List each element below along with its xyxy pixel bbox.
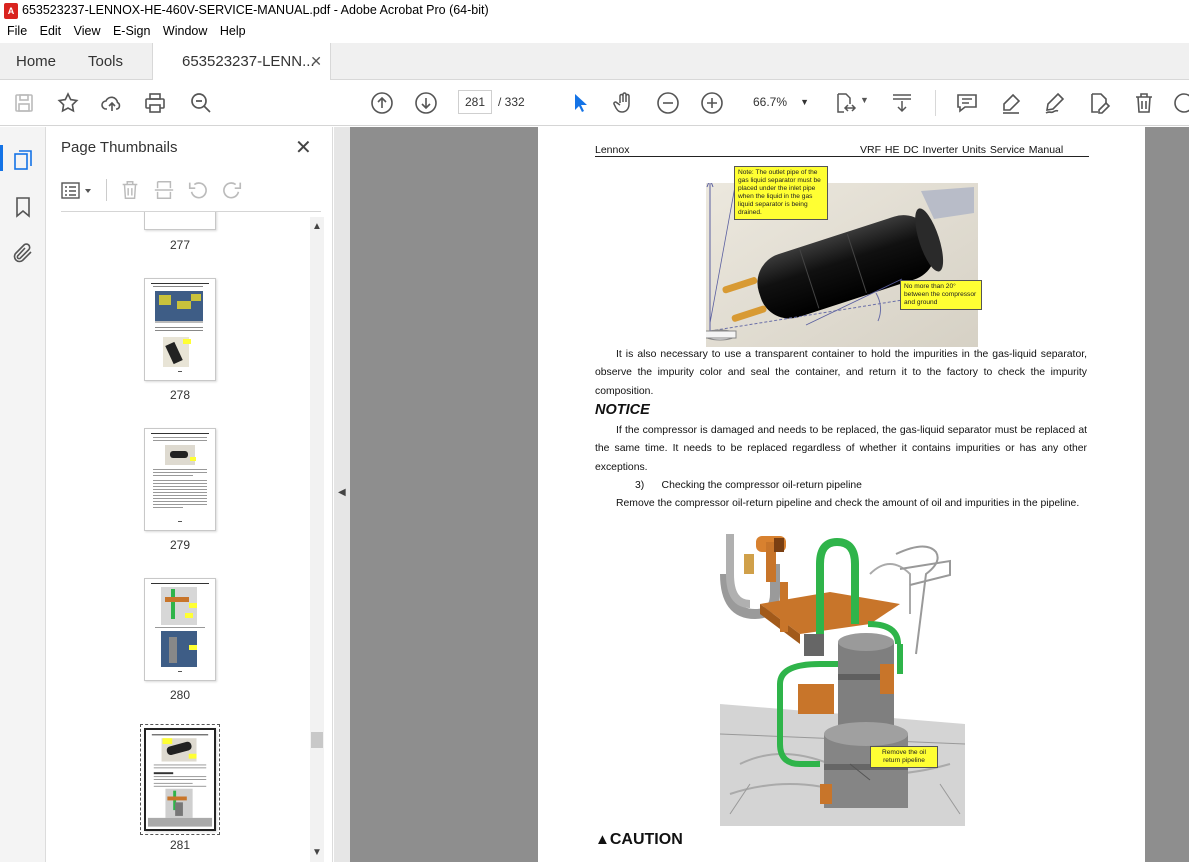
angle-note-callout: No more than 20° between the compressor … bbox=[900, 280, 982, 310]
next-page-icon[interactable] bbox=[414, 91, 438, 115]
more-tools-icon[interactable] bbox=[1172, 91, 1189, 115]
panel-title: Page Thumbnails bbox=[61, 139, 178, 156]
thumbnail-page-number: 277 bbox=[169, 238, 191, 252]
warning-triangle-icon: ▲ bbox=[595, 831, 610, 848]
menu-view[interactable]: View bbox=[67, 22, 101, 38]
chevron-down-icon[interactable]: ▼ bbox=[860, 95, 869, 105]
zoom-level-value: 66.7% bbox=[753, 95, 788, 109]
page-fit-icon[interactable] bbox=[833, 91, 857, 115]
tab-home[interactable]: Home bbox=[16, 43, 56, 80]
caution-label: CAUTION bbox=[609, 831, 683, 848]
previous-page-icon[interactable] bbox=[370, 91, 394, 115]
menu-help[interactable]: Help bbox=[213, 22, 246, 38]
attachments-paperclip-icon[interactable] bbox=[11, 241, 35, 265]
page-thumbnail[interactable] bbox=[144, 428, 216, 531]
thumbnail-options-icon[interactable] bbox=[61, 181, 93, 201]
compressor-illustration bbox=[720, 534, 965, 826]
insert-pages-icon[interactable] bbox=[153, 179, 175, 201]
close-tab-icon[interactable]: ✕ bbox=[310, 43, 322, 80]
scroll-mode-icon[interactable] bbox=[890, 91, 914, 115]
thumbnail-list: 277 278 279 280 281 bbox=[47, 212, 309, 862]
window-title: 653523237-LENNOX-HE-460V-SERVICE-MANUAL.… bbox=[22, 3, 489, 17]
document-viewer[interactable]: Lennox VRF HE DC Inverter Units Service … bbox=[350, 127, 1189, 862]
page-thumbnail-selected[interactable] bbox=[140, 724, 220, 835]
page-thumbnails-panel: Page Thumbnails ✕ 277 278 279 280 281 ▲ … bbox=[47, 127, 333, 862]
chevron-down-icon: ▼ bbox=[800, 97, 809, 107]
thumbnail-preview bbox=[151, 433, 209, 522]
thumbnail-page-number: 279 bbox=[169, 538, 191, 552]
left-nav-rail bbox=[0, 127, 46, 862]
print-icon[interactable] bbox=[143, 91, 167, 115]
thumbnail-page-number: 281 bbox=[169, 838, 191, 852]
menu-bar: File Edit View E-Sign Window Help bbox=[0, 22, 1189, 43]
save-icon[interactable] bbox=[12, 91, 36, 115]
zoom-in-icon[interactable] bbox=[700, 91, 724, 115]
caution-heading: ▲CAUTION bbox=[595, 831, 683, 849]
comment-icon[interactable] bbox=[955, 91, 979, 115]
tab-document-label: 653523237-LENN... bbox=[182, 53, 315, 70]
tab-bar: Home Tools 653523237-LENN... ✕ bbox=[0, 43, 1189, 81]
zoom-level-select[interactable]: 66.7% ▼ bbox=[742, 90, 818, 114]
page-total: / 332 bbox=[498, 95, 525, 109]
bookmarks-icon[interactable] bbox=[11, 195, 35, 219]
highlight-pen-icon[interactable] bbox=[999, 91, 1023, 115]
menu-window[interactable]: Window bbox=[156, 22, 207, 38]
thumbnail-page-number: 278 bbox=[169, 388, 191, 402]
menu-edit[interactable]: Edit bbox=[33, 22, 62, 38]
step-heading: 3) Checking the compressor oil-return pi… bbox=[635, 480, 862, 491]
upload-cloud-icon[interactable] bbox=[100, 91, 124, 115]
notice-heading: NOTICE bbox=[595, 402, 650, 418]
title-bar: A 653523237-LENNOX-HE-460V-SERVICE-MANUA… bbox=[0, 0, 1189, 22]
toolbar-divider bbox=[935, 90, 936, 116]
thumbnail-page-number: 280 bbox=[169, 688, 191, 702]
thumbnail-scrollbar[interactable]: ▲ ▼ bbox=[310, 217, 324, 862]
page-thumbnail[interactable] bbox=[144, 278, 216, 381]
zoom-out-icon[interactable] bbox=[656, 91, 680, 115]
toolbar: 281 / 332 66.7% ▼ ▼ bbox=[0, 80, 1189, 126]
page-thumbnails-icon[interactable] bbox=[11, 148, 35, 172]
menu-file[interactable]: File bbox=[0, 22, 27, 38]
paragraph-impurities: It is also necessary to use a transparen… bbox=[595, 349, 1087, 397]
oil-return-callout: Remove the oil return pipeline bbox=[870, 746, 938, 768]
drain-note-callout: Note: The outlet pipe of the gas liquid … bbox=[734, 166, 828, 220]
header-rule bbox=[595, 156, 1089, 157]
rail-selection-indicator bbox=[0, 145, 3, 171]
delete-trash-icon[interactable] bbox=[1132, 91, 1156, 115]
compressor-figure: Remove the oil return pipeline bbox=[720, 534, 965, 826]
thumbnail-preview bbox=[151, 583, 209, 672]
collapse-arrow-icon[interactable]: ◀ bbox=[338, 487, 346, 498]
page-number-input[interactable]: 281 bbox=[458, 90, 492, 114]
tab-document[interactable]: 653523237-LENN... ✕ bbox=[152, 43, 331, 81]
delete-page-icon[interactable] bbox=[119, 179, 141, 201]
tab-tools[interactable]: Tools bbox=[88, 43, 123, 80]
panel-toolbar bbox=[61, 177, 321, 205]
paragraph-notice: If the compressor is damaged and needs t… bbox=[595, 425, 1087, 473]
thumbnail-preview bbox=[147, 734, 213, 827]
zoom-search-icon[interactable] bbox=[189, 91, 213, 115]
edit-pdf-icon[interactable] bbox=[1087, 91, 1111, 115]
select-cursor-icon[interactable] bbox=[568, 91, 592, 115]
page-thumbnail[interactable] bbox=[144, 578, 216, 681]
separator-figure: Note: The outlet pipe of the gas liquid … bbox=[703, 166, 982, 347]
sign-icon[interactable] bbox=[1043, 91, 1067, 115]
rotate-counterclockwise-icon[interactable] bbox=[187, 179, 209, 201]
menu-esign[interactable]: E-Sign bbox=[106, 22, 151, 38]
hand-tool-icon[interactable] bbox=[612, 91, 636, 115]
paragraph-oil-return: Remove the compressor oil-return pipelin… bbox=[616, 498, 1080, 509]
thumbnail-preview bbox=[151, 283, 209, 372]
rotate-clockwise-icon[interactable] bbox=[221, 179, 243, 201]
close-panel-icon[interactable]: ✕ bbox=[295, 135, 312, 160]
scrollbar-thumb[interactable] bbox=[311, 732, 323, 748]
scroll-down-icon[interactable]: ▼ bbox=[312, 847, 322, 858]
bookmark-star-icon[interactable] bbox=[56, 91, 80, 115]
pdf-page: Lennox VRF HE DC Inverter Units Service … bbox=[538, 127, 1145, 862]
panel-toolbar-divider bbox=[106, 179, 107, 201]
pdf-app-icon: A bbox=[4, 3, 18, 19]
panel-collapse-handle[interactable]: ◀ bbox=[334, 127, 350, 862]
page-thumbnail[interactable] bbox=[144, 212, 216, 230]
scroll-up-icon[interactable]: ▲ bbox=[312, 221, 322, 232]
